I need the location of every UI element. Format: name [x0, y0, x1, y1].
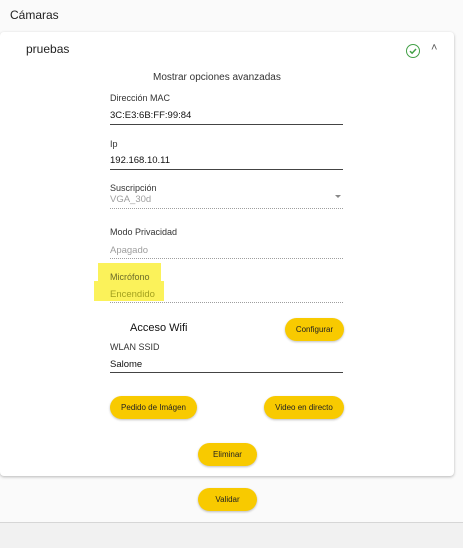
ssid-label: WLAN SSID [110, 342, 160, 352]
subscription-underline [110, 208, 343, 209]
camera-card [0, 32, 454, 476]
microphone-underline [110, 302, 343, 303]
footer-bar [0, 522, 463, 548]
privacy-label: Modo Privacidad [110, 227, 178, 237]
mac-input[interactable]: 3C:E3:6B:FF:99:84 [110, 110, 191, 121]
check-circle-icon [406, 44, 420, 58]
chevron-up-icon[interactable]: ˄ [431, 42, 437, 54]
delete-button[interactable]: Eliminar [198, 443, 257, 466]
mac-label: Dirección MAC [110, 93, 171, 103]
ssid-input[interactable]: Salome [110, 359, 142, 370]
microphone-label: Micrófono [110, 272, 150, 282]
privacy-field[interactable]: Apagado [110, 245, 148, 256]
validate-button[interactable]: Validar [198, 488, 257, 511]
subscription-select[interactable]: VGA_30d [110, 194, 151, 205]
ip-label: Ip [110, 139, 118, 149]
advanced-options-toggle[interactable]: Mostrar opciones avanzadas [153, 72, 281, 83]
ip-input[interactable]: 192.168.10.11 [110, 155, 170, 166]
ssid-underline [110, 372, 343, 373]
privacy-underline [110, 258, 343, 259]
mac-underline [110, 124, 343, 125]
image-request-button[interactable]: Pedido de Imágen [110, 396, 197, 419]
subscription-label: Suscripción [110, 183, 157, 193]
live-video-button[interactable]: Video en directo [264, 396, 344, 419]
configure-button[interactable]: Configurar [285, 318, 344, 341]
microphone-field[interactable]: Encendido [110, 289, 155, 300]
camera-name[interactable]: pruebas [26, 42, 69, 56]
section-title: Cámaras [10, 8, 59, 22]
wifi-title: Acceso Wifi [130, 322, 188, 334]
ip-underline [110, 169, 343, 170]
dropdown-arrow-icon[interactable] [335, 195, 341, 198]
